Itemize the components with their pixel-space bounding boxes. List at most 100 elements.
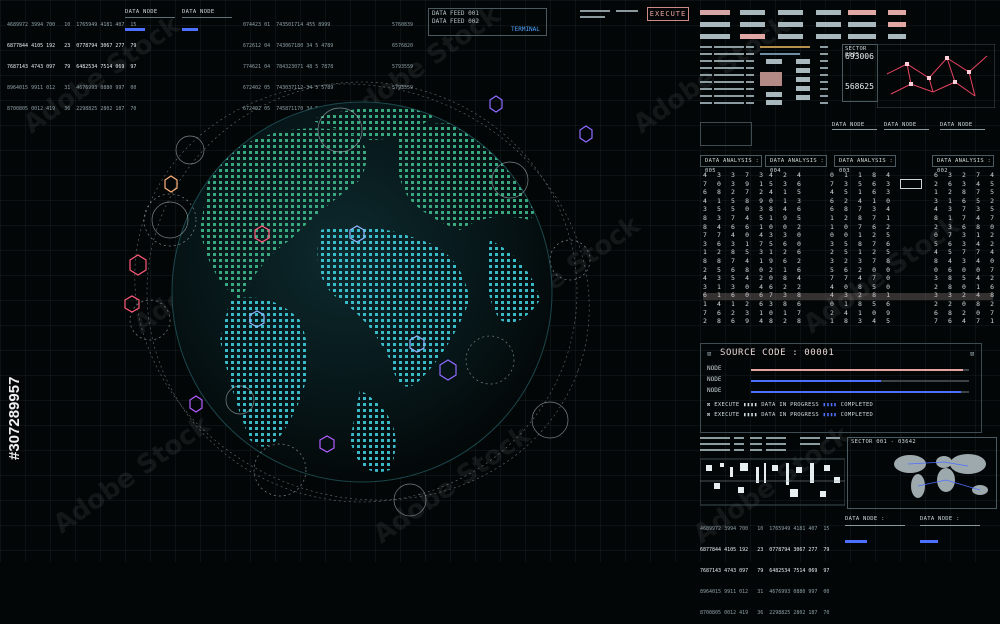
sector-0005-panel: SECTOR 0005 693006 568625 xyxy=(842,44,878,102)
active-list-panel xyxy=(700,44,838,112)
close-icon[interactable]: ⊠ xyxy=(970,350,974,358)
indicator-bar xyxy=(580,10,610,12)
divider xyxy=(182,17,232,18)
execute-row-status: DATA IN PROGRESS xyxy=(761,402,819,408)
stock-id: #307289957 xyxy=(6,376,23,460)
status-pill xyxy=(888,34,906,39)
data-feed-1-label: DATA FEED 001 xyxy=(432,10,479,17)
matrix-column: 4 2 4 5 3 6 4 1 5 0 1 3 8 4 6 1 9 5 0 0 … xyxy=(769,171,805,326)
matrix-column: 4 3 3 7 3 7 0 3 9 1 6 8 2 7 2 4 1 5 8 9 … xyxy=(703,171,767,326)
status-pill xyxy=(740,22,765,27)
status-pill xyxy=(778,10,803,15)
status-pill xyxy=(848,22,876,27)
data-node-strip: DATA NODE DATA NODE DATA NODE xyxy=(700,122,995,148)
status-pill xyxy=(888,22,906,27)
close-icon[interactable]: ⊠ xyxy=(707,350,711,358)
status-pill xyxy=(740,34,765,39)
data-node-box xyxy=(700,122,752,146)
node-progress-track xyxy=(751,391,969,393)
data-node-label: DATA NODE : xyxy=(845,516,885,522)
execute-button[interactable]: EXECUTE xyxy=(647,7,689,21)
divider xyxy=(884,129,929,130)
sector-001-panel: SECTOR 001 - 03642 xyxy=(847,437,997,509)
execute-row-status: DATA IN PROGRESS xyxy=(761,412,819,418)
data-node-label: DATA NODE xyxy=(125,9,158,15)
status-pill xyxy=(740,10,765,15)
status-pill xyxy=(888,10,906,15)
indicator-bar xyxy=(616,10,638,12)
node-progress-track xyxy=(751,380,969,382)
data-analysis-header: DATA ANALYSIS : 005 xyxy=(700,155,762,174)
data-node-label: DATA NODE xyxy=(940,122,973,128)
number-line: 672612 04 743067180 34 5 4789 xyxy=(243,43,334,49)
node-row: NODE xyxy=(707,376,969,386)
node-label: NODE xyxy=(707,365,722,372)
status-pill xyxy=(700,22,730,27)
data-node-label: DATA NODE xyxy=(182,9,215,15)
node-progress-fill xyxy=(751,380,881,382)
number-line: 8964015 9911 012 31 4676993 0880 997 00 xyxy=(700,589,830,595)
globe-graphic xyxy=(124,81,593,517)
bar-code-graphic xyxy=(700,437,845,506)
matrix-column: 0 1 1 8 4 7 3 5 6 3 4 5 1 6 3 6 2 4 1 0 … xyxy=(830,171,894,326)
data-analysis-header: DATA ANALYSIS : 004 xyxy=(765,155,827,174)
execute-row: ⊠ EXECUTE ▮▮▮▮ DATA IN PROGRESS ▮▮▮▮ COM… xyxy=(707,412,874,418)
data-node-label: DATA NODE xyxy=(884,122,917,128)
sector-0005-number-2: 568625 xyxy=(845,82,874,91)
data-analysis-header: DATA ANALYSIS : 002 xyxy=(932,155,994,174)
data-node-label: DATA NODE xyxy=(832,122,865,128)
progress-bar xyxy=(920,540,938,543)
highlight-box xyxy=(900,179,922,189)
data-node-label: DATA NODE : xyxy=(920,516,960,522)
bottom-number-block: 4689972 3994 700 10 1765949 4181 407 15 … xyxy=(700,512,829,624)
progress-bar xyxy=(845,540,867,543)
sector-001-label: SECTOR 001 - 03642 xyxy=(851,439,917,445)
number-line: 5760839 xyxy=(392,22,414,28)
divider xyxy=(920,525,980,526)
status-pill xyxy=(700,34,730,39)
status-pill xyxy=(848,34,876,39)
node-row: NODE xyxy=(707,387,969,397)
matrix-column: 6 3 2 7 4 2 6 3 4 5 1 2 8 7 5 3 1 6 5 2 … xyxy=(934,171,998,326)
status-pill xyxy=(848,10,876,15)
indicator-bar xyxy=(580,16,605,18)
data-feed-2-label: DATA FEED 002 xyxy=(432,18,479,25)
node-label: NODE xyxy=(707,387,722,394)
number-line: 4689972 3994 700 10 1765949 4181 407 15 xyxy=(700,526,830,532)
divider xyxy=(832,129,877,130)
execute-row-end: COMPLETED xyxy=(840,402,874,408)
node-progress-fill xyxy=(751,369,963,371)
number-line: 8700805 0012 419 36 2298825 2802 187 70 xyxy=(700,610,830,616)
matrix-highlight xyxy=(892,171,928,327)
divider xyxy=(125,17,175,18)
stock-id-area: #307289957 xyxy=(6,320,28,460)
divider xyxy=(845,525,905,526)
sector-0005-number: 693006 xyxy=(845,52,874,61)
number-line: 6877844 4105 192 23 0778794 3067 277 79 xyxy=(700,547,830,553)
world-map-icon xyxy=(894,454,988,498)
number-line: 4689972 3994 700 10 1765949 4181 407 15 xyxy=(7,22,137,28)
progress-bar xyxy=(125,28,145,31)
status-pill xyxy=(700,10,730,15)
matrix-highlight-row xyxy=(703,293,993,300)
number-line: 6576820 xyxy=(392,43,414,49)
status-pill xyxy=(816,22,841,27)
node-progress-fill xyxy=(751,391,961,393)
source-code-title: SOURCE CODE : 00001 xyxy=(720,348,835,358)
number-line: 6877844 4105 192 23 0778794 3067 277 79 xyxy=(7,43,137,49)
execute-row-label: EXECUTE xyxy=(714,402,740,408)
node-row: NODE xyxy=(707,365,969,375)
status-pill xyxy=(778,22,803,27)
status-pill-area xyxy=(700,10,995,40)
execute-row: ⊠ EXECUTE ▮▮▮▮ DATA IN PROGRESS ▮▮▮▮ COM… xyxy=(707,402,874,408)
data-feed-panel: DATA FEED 001 DATA FEED 002 TERMINAL xyxy=(428,8,547,36)
red-network-graph xyxy=(877,44,995,108)
status-pill xyxy=(816,34,841,39)
progress-bar xyxy=(182,28,198,31)
node-label: NODE xyxy=(707,376,722,383)
data-analysis-header: DATA ANALYSIS : 003 xyxy=(834,155,896,174)
status-pill xyxy=(816,10,841,15)
active-list-graphic xyxy=(700,46,828,105)
terminal-label[interactable]: TERMINAL xyxy=(511,26,540,33)
status-pill xyxy=(778,34,803,39)
